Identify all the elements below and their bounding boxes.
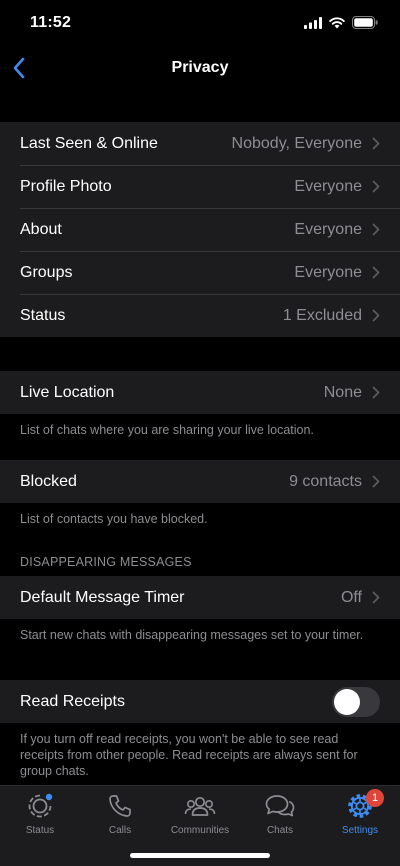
chevron-right-icon (372, 386, 380, 399)
read-receipts-toggle[interactable] (332, 686, 380, 717)
blocked-footnote: List of contacts you have blocked. (20, 512, 208, 526)
home-indicator (130, 853, 270, 858)
row-default-message-timer[interactable]: Default Message Timer Off (0, 576, 400, 619)
toggle-knob (334, 688, 360, 715)
live-location-group: Live Location None (0, 371, 400, 414)
chevron-right-icon (372, 137, 380, 150)
signal-icon (304, 16, 322, 29)
privacy-group: Last Seen & Online Nobody, Everyone Prof… (0, 122, 400, 337)
chevron-right-icon (372, 266, 380, 279)
row-read-receipts: Read Receipts (0, 680, 400, 723)
status-icons (304, 16, 378, 29)
status-icon (28, 793, 53, 818)
wifi-icon (329, 16, 345, 28)
tab-communities[interactable]: Communities (160, 792, 240, 836)
tab-label: Status (25, 825, 55, 836)
chevron-right-icon (372, 309, 380, 322)
page-title: Privacy (171, 59, 229, 76)
row-label: About (20, 220, 62, 238)
tab-label: Chats (266, 825, 294, 836)
row-last-seen[interactable]: Last Seen & Online Nobody, Everyone (0, 122, 400, 165)
status-bar: 11:52 (0, 0, 400, 48)
row-value: 9 contacts (289, 472, 362, 490)
phone-icon (109, 795, 131, 817)
disappearing-footnote: Start new chats with disappearing messag… (20, 628, 364, 642)
disappearing-group: Default Message Timer Off (0, 576, 400, 619)
status-time: 11:52 (30, 14, 72, 31)
blocked-group: Blocked 9 contacts (0, 460, 400, 503)
tab-label: Communities (170, 825, 230, 836)
row-live-location[interactable]: Live Location None (0, 371, 400, 414)
chevron-right-icon (372, 475, 380, 488)
row-label: Blocked (20, 472, 77, 490)
chevron-right-icon (372, 223, 380, 236)
tab-label: Calls (108, 825, 132, 836)
read-receipts-footnote: If you turn off read receipts, you won't… (20, 732, 358, 778)
row-about[interactable]: About Everyone (0, 208, 400, 251)
battery-icon (352, 16, 378, 29)
tab-calls[interactable]: Calls (80, 792, 160, 836)
row-groups[interactable]: Groups Everyone (0, 251, 400, 294)
row-value: Off (340, 588, 362, 606)
row-status[interactable]: Status 1 Excluded (0, 294, 400, 337)
row-label: Profile Photo (20, 177, 112, 195)
chats-icon (265, 795, 295, 817)
tab-label: Settings (341, 825, 379, 836)
tab-chats[interactable]: Chats (240, 792, 320, 836)
row-value: Everyone (294, 220, 362, 238)
row-label: Last Seen & Online (20, 134, 158, 152)
section-header-disappearing: DISAPPEARING MESSAGES (20, 555, 192, 569)
row-value: 1 Excluded (282, 306, 362, 324)
row-label: Read Receipts (20, 692, 125, 710)
row-value: Nobody, Everyone (231, 134, 362, 152)
chevron-right-icon (372, 180, 380, 193)
row-value: None (323, 383, 362, 401)
chevron-right-icon (372, 591, 380, 604)
row-label: Live Location (20, 383, 115, 401)
tab-settings[interactable]: 1 Settings (320, 789, 400, 836)
row-profile-photo[interactable]: Profile Photo Everyone (0, 165, 400, 208)
row-value: Everyone (294, 263, 362, 281)
row-value: Everyone (294, 177, 362, 195)
live-location-footnote: List of chats where you are sharing your… (20, 423, 314, 437)
notification-badge: 1 (366, 789, 384, 807)
communities-icon (184, 796, 216, 816)
row-label: Default Message Timer (20, 588, 185, 606)
row-label: Groups (20, 263, 73, 281)
row-label: Status (20, 306, 66, 324)
tab-status[interactable]: Status (0, 792, 80, 836)
read-receipts-group: Read Receipts (0, 680, 400, 723)
row-blocked[interactable]: Blocked 9 contacts (0, 460, 400, 503)
nav-bar: Privacy (0, 48, 400, 92)
